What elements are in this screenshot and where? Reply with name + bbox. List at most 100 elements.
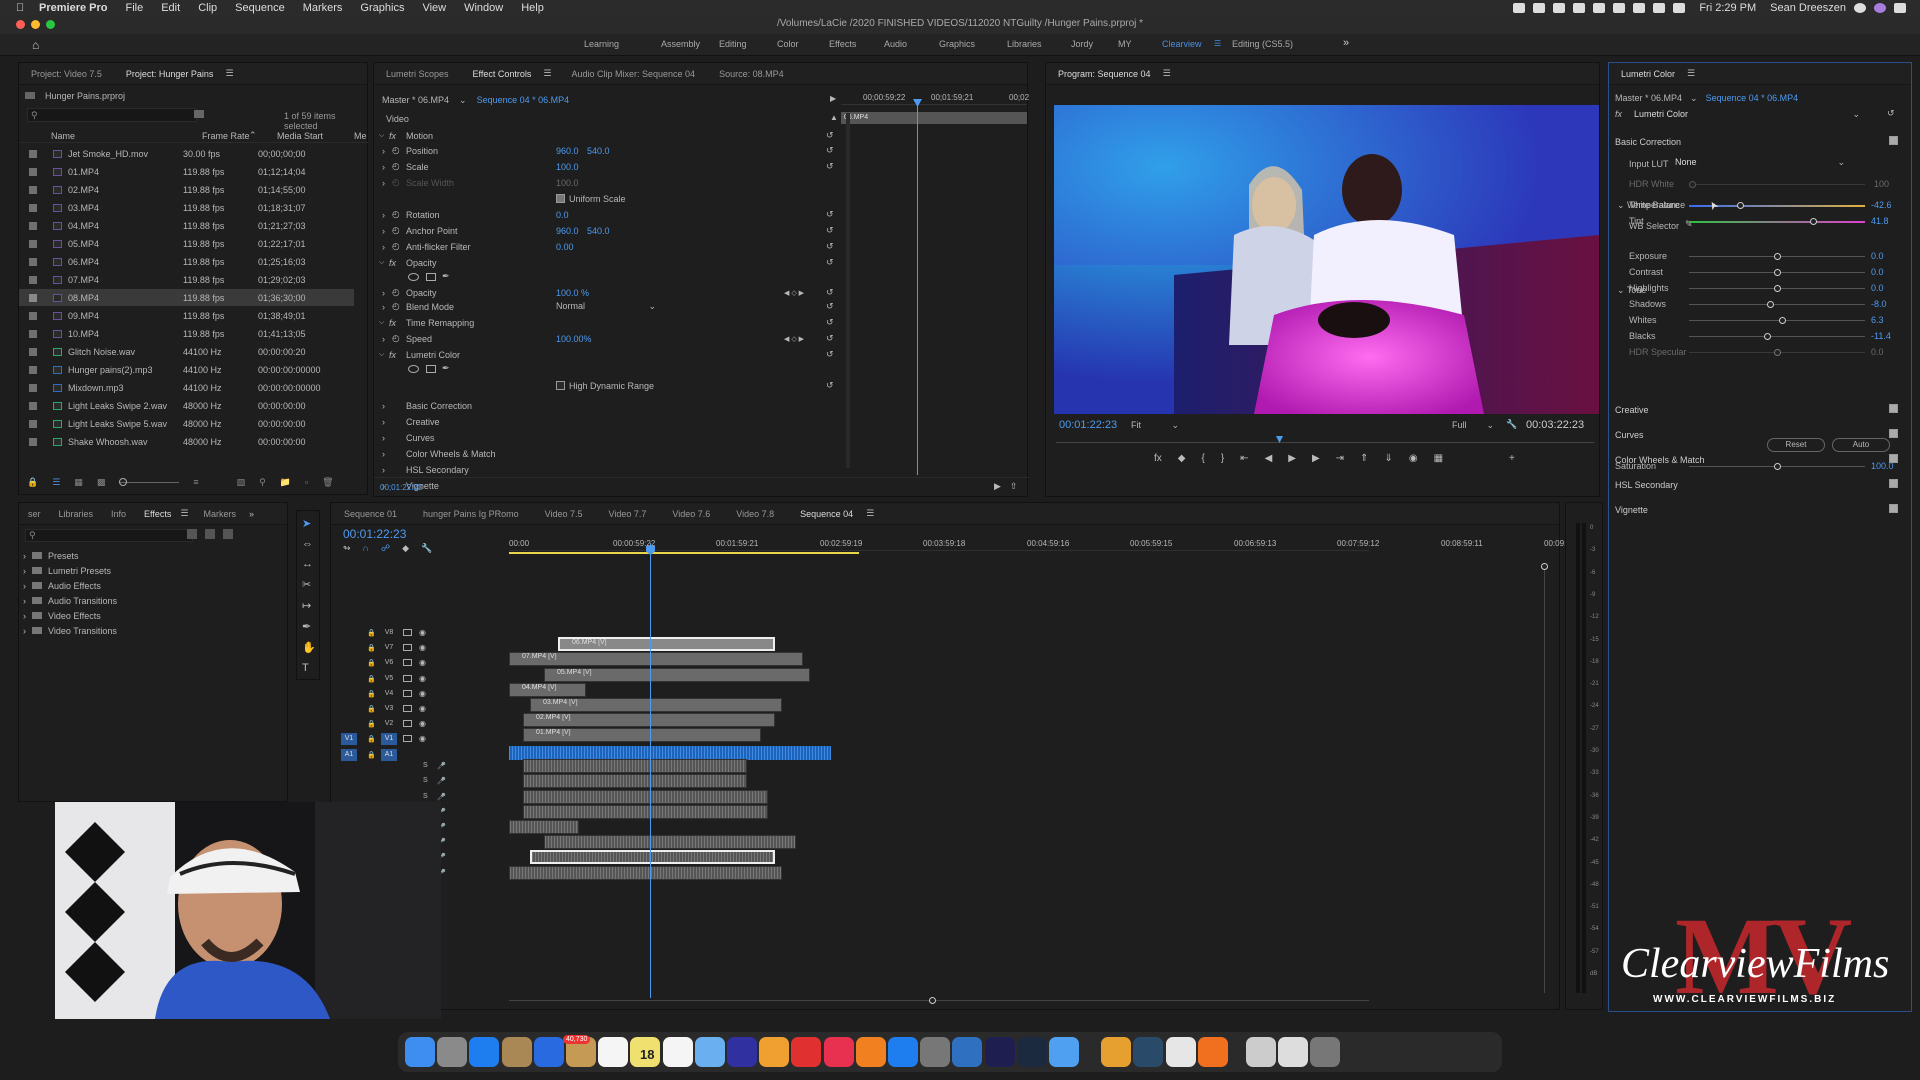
lumetri-section-curves[interactable]: Curves xyxy=(1615,430,1644,440)
effects-folder[interactable]: › Video Transitions xyxy=(23,622,117,639)
stopwatch-icon[interactable]: ◴ xyxy=(392,177,400,188)
tab-hunger-pains-ig-promo[interactable]: hunger Pains Ig PRomo xyxy=(410,509,532,519)
label-color-swatch[interactable] xyxy=(29,203,37,212)
apple-icon[interactable]:  xyxy=(16,2,30,14)
chevron-down-icon[interactable]: ⌄ xyxy=(459,95,467,106)
sync-icon[interactable] xyxy=(403,629,412,636)
ec-row-masks[interactable]: ✒ xyxy=(374,360,854,377)
project-item[interactable]: Light Leaks Swipe 2.wav 48000 Hz 00:00:00:… xyxy=(19,397,354,414)
tab-audio-clip-mixer-sequence-04[interactable]: Audio Clip Mixer: Sequence 04 xyxy=(559,69,707,79)
export-icon[interactable]: ⇧ xyxy=(1010,481,1018,492)
eye-icon[interactable]: ◉ xyxy=(419,734,426,743)
hdr-white-slider[interactable] xyxy=(1689,181,1865,188)
tab-ser[interactable]: ser xyxy=(19,509,50,519)
find-icon[interactable]: ⚲ xyxy=(259,477,266,488)
eye-icon[interactable]: ◉ xyxy=(419,658,426,667)
workspace-libraries[interactable]: Libraries xyxy=(1007,39,1042,49)
news-icon[interactable] xyxy=(791,1037,821,1067)
lock-icon[interactable]: 🔒 xyxy=(367,720,376,728)
sort-icons-icon[interactable]: ≡ xyxy=(193,477,198,487)
fx-icon[interactable]: fx xyxy=(389,318,396,328)
ec-value[interactable]: 960.0 xyxy=(556,146,579,156)
label-color-swatch[interactable] xyxy=(29,221,37,230)
checkbox[interactable] xyxy=(556,194,565,203)
col-frame-rate[interactable]: Frame Rate xyxy=(202,131,250,141)
slider-value-temperature[interactable]: -42.6 xyxy=(1871,200,1892,210)
sync-icon[interactable] xyxy=(403,720,412,727)
sync-icon[interactable] xyxy=(403,705,412,712)
downloads-icon[interactable] xyxy=(1246,1037,1276,1067)
audio-main-clip[interactable] xyxy=(509,746,831,760)
reset-icon[interactable]: ↺ xyxy=(826,145,834,156)
stopwatch-icon[interactable]: ◴ xyxy=(392,333,400,344)
reset-icon[interactable]: ↺ xyxy=(826,317,834,328)
lumetri-sequence-clip[interactable]: Sequence 04 * 06.MP4 xyxy=(1706,93,1799,104)
nest-icon[interactable]: ↬ xyxy=(343,543,351,554)
blend-mode-dropdown[interactable]: Normal ⌄ xyxy=(556,301,656,312)
wifi-icon[interactable] xyxy=(1653,3,1666,13)
section-checkbox[interactable] xyxy=(1889,504,1898,513)
reset-effect-icon[interactable]: ↺ xyxy=(1887,108,1895,119)
project-search-input[interactable]: ⚲ xyxy=(27,108,197,122)
workspace-color[interactable]: Color xyxy=(777,39,799,49)
timeline-clip[interactable]: 06.MP4 [V] xyxy=(558,637,775,651)
menu-clip[interactable]: Clip xyxy=(198,2,217,14)
screen-recorder-icon[interactable] xyxy=(1049,1037,1079,1067)
timeline-vscroll[interactable] xyxy=(1541,563,1548,993)
eye-icon[interactable]: ◉ xyxy=(419,674,426,683)
section-checkbox[interactable] xyxy=(1889,429,1898,438)
selection-tool-icon[interactable]: ➤ xyxy=(302,517,316,530)
lock-icon[interactable]: 🔒 xyxy=(367,659,376,667)
menu-graphics[interactable]: Graphics xyxy=(360,2,404,14)
reset-icon[interactable]: ↺ xyxy=(826,130,834,141)
tab-project-video-7-5[interactable]: Project: Video 7.5 xyxy=(19,69,114,79)
ec-row-blend-mode[interactable]: › ◴ Blend Mode Normal ⌄ ↺ xyxy=(374,298,854,315)
label-color-swatch[interactable] xyxy=(29,329,37,338)
col-name[interactable]: Name xyxy=(51,131,75,141)
more-workspaces-icon[interactable]: » xyxy=(1343,37,1349,49)
yuv-effects-icon[interactable] xyxy=(223,529,233,539)
panel-menu-icon[interactable]: ☰ xyxy=(180,508,188,519)
ec-section-label[interactable]: HSL Secondary xyxy=(406,465,469,475)
audio-clip[interactable] xyxy=(530,850,775,864)
lock-icon[interactable]: 🔒 xyxy=(367,735,376,743)
ec-scrollbar[interactable] xyxy=(846,113,850,468)
hand-tool-icon[interactable]: ✋ xyxy=(302,641,316,654)
section-checkbox[interactable] xyxy=(1889,454,1898,463)
project-item[interactable]: Hunger pains(2).mp3 44100 Hz 00:00:00:0000… xyxy=(19,361,354,378)
lightroom-icon[interactable] xyxy=(1017,1037,1047,1067)
ec-row-anti-flicker-filter[interactable]: › ◴ Anti-flicker Filter 0.00 ↺ xyxy=(374,238,854,255)
section-checkbox[interactable] xyxy=(1889,404,1898,413)
timeline-ruler[interactable]: 00:00 00:00:59:22 00:01:59:21 00:02:59:19 00… xyxy=(509,529,1566,551)
ec-value[interactable]: 100.0 xyxy=(556,178,579,188)
freeform-view-icon[interactable]: ▩ xyxy=(97,477,106,488)
ec-timecode[interactable]: 00;01:22:23 xyxy=(380,483,422,492)
track-select-tool-icon[interactable]: ⇔ xyxy=(302,538,316,550)
ec-sequence-clip[interactable]: Sequence 04 * 06.MP4 xyxy=(477,95,570,106)
chevron-right-icon[interactable]: › xyxy=(382,226,385,236)
ec-row-speed[interactable]: › ◴ Speed 100.00% ◀ ◇ ▶ ↺ xyxy=(374,330,854,347)
project-item[interactable]: 05.MP4 119.88 fps 01;22;17;01 xyxy=(19,235,354,252)
volume-icon[interactable] xyxy=(1673,3,1686,13)
ec-row-basic-correction[interactable]: › Basic Correction xyxy=(374,397,854,414)
eye-icon[interactable]: ◉ xyxy=(419,643,426,652)
status-icon[interactable] xyxy=(1593,3,1606,13)
control-center-icon[interactable] xyxy=(1894,3,1906,13)
add-marker-icon[interactable]: ◆ xyxy=(402,543,409,554)
siri-icon[interactable] xyxy=(1874,3,1886,13)
program-video-frame[interactable] xyxy=(1054,105,1599,414)
search-icon[interactable] xyxy=(1854,3,1866,13)
menu-sequence[interactable]: Sequence xyxy=(235,2,285,14)
label-color-swatch[interactable] xyxy=(29,275,37,284)
pen-mask-icon[interactable]: ✒ xyxy=(442,363,450,374)
ellipse-mask-icon[interactable] xyxy=(408,272,419,281)
slider-knob[interactable] xyxy=(1779,317,1786,324)
basic-correction-header[interactable]: Basic Correction xyxy=(1615,137,1681,147)
numbers-icon[interactable] xyxy=(952,1037,982,1067)
office-icon[interactable] xyxy=(1198,1037,1228,1067)
slider-value-shadows[interactable]: -8.0 xyxy=(1871,299,1887,309)
fx-icon[interactable]: fx xyxy=(1154,453,1162,464)
reminders-icon[interactable] xyxy=(663,1037,693,1067)
activity-monitor-icon[interactable] xyxy=(1133,1037,1163,1067)
workspace-editing-cs5-5[interactable]: Editing (CS5.5) xyxy=(1232,39,1293,49)
